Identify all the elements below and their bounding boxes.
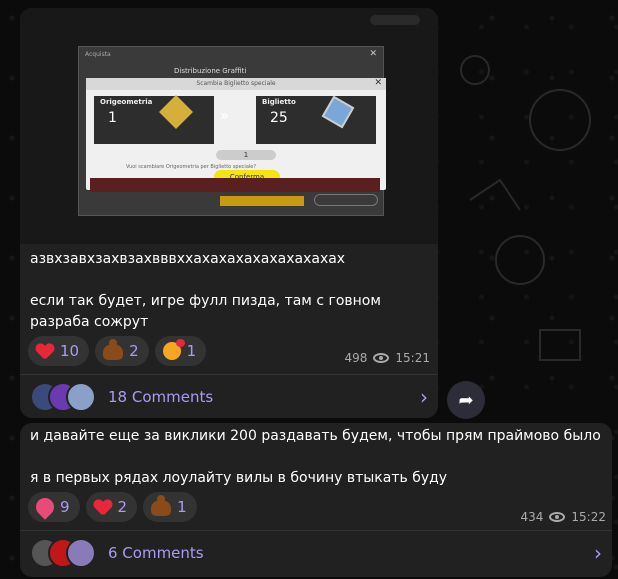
heart-arrow-icon: [32, 494, 58, 520]
avatar: [66, 381, 96, 412]
dialog-close-icon: ✕: [374, 78, 382, 88]
game-distribution-title: Distribuzione Graffiti: [174, 67, 247, 75]
game-outline-button: [314, 194, 378, 206]
post-time: 15:21: [395, 351, 430, 365]
reactions-bar: 10 2 1: [28, 336, 207, 366]
chevron-right-icon: ›: [594, 541, 602, 565]
reaction-heart-arrow[interactable]: 9: [28, 492, 80, 522]
target-item-label: Biglietto: [262, 98, 296, 106]
view-count: 498: [344, 351, 368, 365]
reaction-poop[interactable]: 1: [143, 492, 197, 522]
reaction-kiss[interactable]: 1: [154, 336, 207, 366]
source-item-label: Origeometria: [100, 98, 153, 106]
heart-icon: [94, 498, 112, 516]
comments-count-label: 18 Comments: [108, 387, 214, 406]
commenter-avatars: [30, 381, 96, 412]
reaction-poop[interactable]: 2: [95, 336, 149, 366]
reaction-count: 1: [186, 342, 197, 360]
poop-icon: [151, 495, 172, 516]
exchange-dialog: Scambia Biglietto speciale ✕ Origeometri…: [86, 78, 386, 190]
target-item-panel: Biglietto 25: [256, 95, 376, 144]
reactions-bar: 9 2 1: [28, 492, 197, 522]
source-item-panel: Origeometria 1: [94, 95, 214, 144]
comments-link[interactable]: 6 Comments ›: [20, 530, 612, 574]
view-count: 434: [520, 510, 544, 524]
game-yellow-button: [220, 196, 304, 206]
poop-icon: [103, 339, 124, 360]
game-bottom-bar: [90, 178, 380, 192]
message-text: азвхзавхзахвзахвввххахахахахахахахахах е…: [30, 251, 381, 330]
reaction-count: 10: [60, 342, 80, 360]
message-text: и давайте еще за виклики 200 раздавать б…: [30, 428, 601, 486]
quantity-stepper: 1: [216, 150, 276, 160]
reaction-count: 9: [60, 498, 70, 516]
post-meta: 434 15:22: [521, 510, 607, 524]
post-image[interactable]: Acquista ✕ Distribuzione Graffiti Scambi…: [20, 8, 438, 244]
dialog-title: Scambia Biglietto speciale: [86, 78, 386, 90]
media-top-bar: [370, 15, 420, 25]
chevron-right-icon: ›: [420, 385, 428, 409]
comments-count-label: 6 Comments: [108, 543, 204, 562]
game-close-icon: ✕: [369, 49, 377, 59]
reaction-heart[interactable]: 10: [28, 336, 90, 366]
eye-icon: [373, 353, 390, 363]
game-window-title: Acquista: [85, 51, 111, 58]
reaction-count: 2: [129, 342, 139, 360]
reaction-count: 2: [117, 498, 128, 516]
exchange-arrow-icon: »: [220, 108, 230, 124]
post-time: 15:22: [571, 510, 606, 524]
share-button[interactable]: ➦: [447, 381, 485, 419]
kissing-face-icon: [162, 339, 185, 360]
heart-icon: [36, 342, 54, 360]
origeometry-icon: [159, 95, 193, 129]
reaction-count: 1: [177, 498, 187, 516]
avatar: [66, 537, 96, 568]
share-arrow-icon: ➦: [458, 389, 474, 411]
reaction-heart[interactable]: 2: [85, 492, 138, 522]
source-item-amount: 1: [108, 110, 117, 126]
target-item-amount: 25: [270, 110, 288, 126]
post-meta: 498 15:21: [345, 351, 431, 365]
comments-link[interactable]: 18 Comments ›: [20, 374, 438, 418]
ticket-icon: [321, 95, 355, 129]
eye-icon: [549, 512, 566, 522]
commenter-avatars: [30, 537, 96, 568]
